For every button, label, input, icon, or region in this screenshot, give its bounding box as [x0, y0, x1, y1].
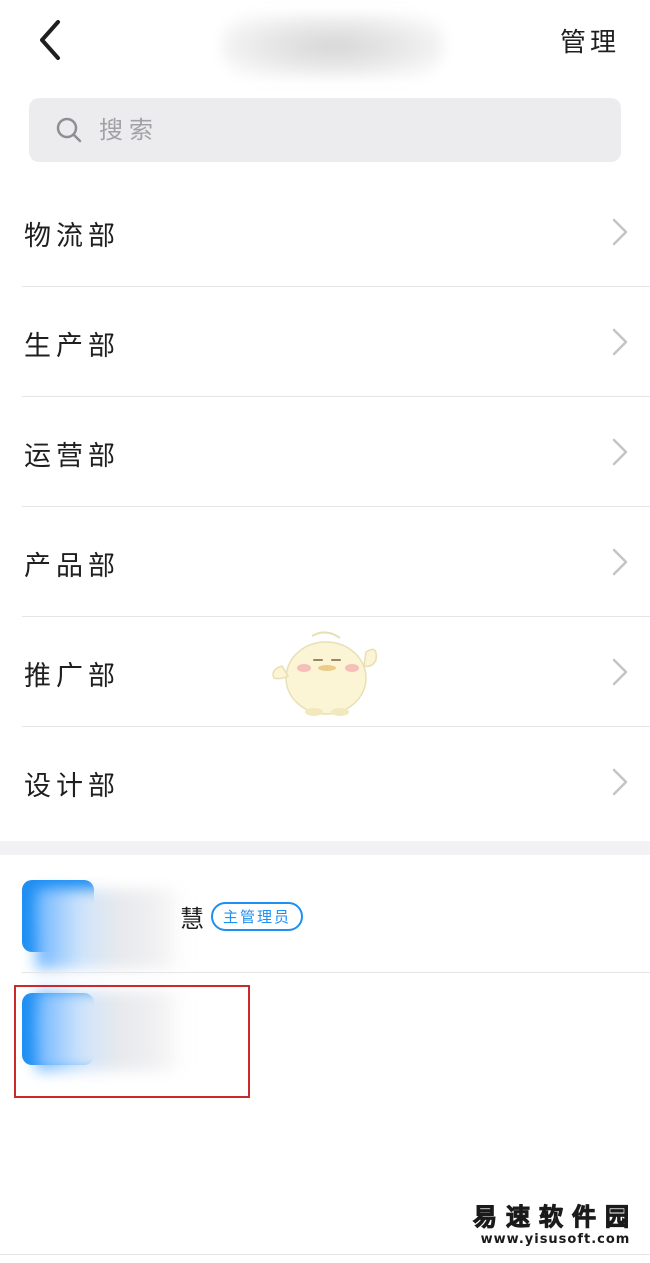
department-label: 物流部 [24, 221, 120, 252]
department-item[interactable]: 运营部 [0, 397, 650, 507]
chevron-right-icon [612, 438, 628, 466]
search-input[interactable] [97, 115, 561, 145]
department-item[interactable]: 设计部 [0, 727, 650, 837]
search-icon [56, 117, 82, 143]
chevron-right-icon [612, 218, 628, 246]
department-label: 设计部 [24, 771, 120, 802]
member-name-tail: 慧 [180, 905, 204, 933]
manage-button[interactable]: 管理 [560, 22, 620, 59]
chevron-left-icon [40, 20, 60, 60]
department-item[interactable]: 物流部 [0, 177, 650, 287]
watermark-url: www.yisusoft.com [480, 1232, 631, 1247]
member-list: 慧 主管理员 [0, 855, 650, 1091]
department-label: 生产部 [24, 331, 120, 362]
top-bar: 管理 [0, 0, 650, 86]
chevron-right-icon [612, 768, 628, 796]
admin-badge: 主管理员 [211, 902, 304, 931]
mascot-sticker [272, 631, 378, 716]
member-item[interactable] [0, 973, 650, 1091]
member-name-redacted [36, 889, 186, 969]
department-label: 推广部 [24, 661, 120, 692]
department-item[interactable]: 生产部 [0, 287, 650, 397]
divider [0, 1254, 650, 1255]
department-item[interactable]: 产品部 [0, 507, 650, 617]
department-label: 产品部 [24, 551, 120, 582]
search-bar[interactable] [29, 98, 621, 162]
page-title-redacted [222, 14, 444, 78]
watermark: 易速软件园 www.yisusoft.com [473, 1202, 638, 1248]
watermark-brand: 易速软件园 [473, 1202, 638, 1232]
member-name-redacted [36, 991, 186, 1071]
chevron-right-icon [612, 658, 628, 686]
department-label: 运营部 [24, 441, 120, 472]
member-item[interactable]: 慧 主管理员 [0, 855, 650, 973]
section-divider [0, 841, 650, 855]
department-list: 物流部 生产部 运营部 产品部 推广部 设计部 [0, 177, 650, 837]
back-button[interactable] [30, 18, 74, 62]
chevron-right-icon [612, 548, 628, 576]
chevron-right-icon [612, 328, 628, 356]
